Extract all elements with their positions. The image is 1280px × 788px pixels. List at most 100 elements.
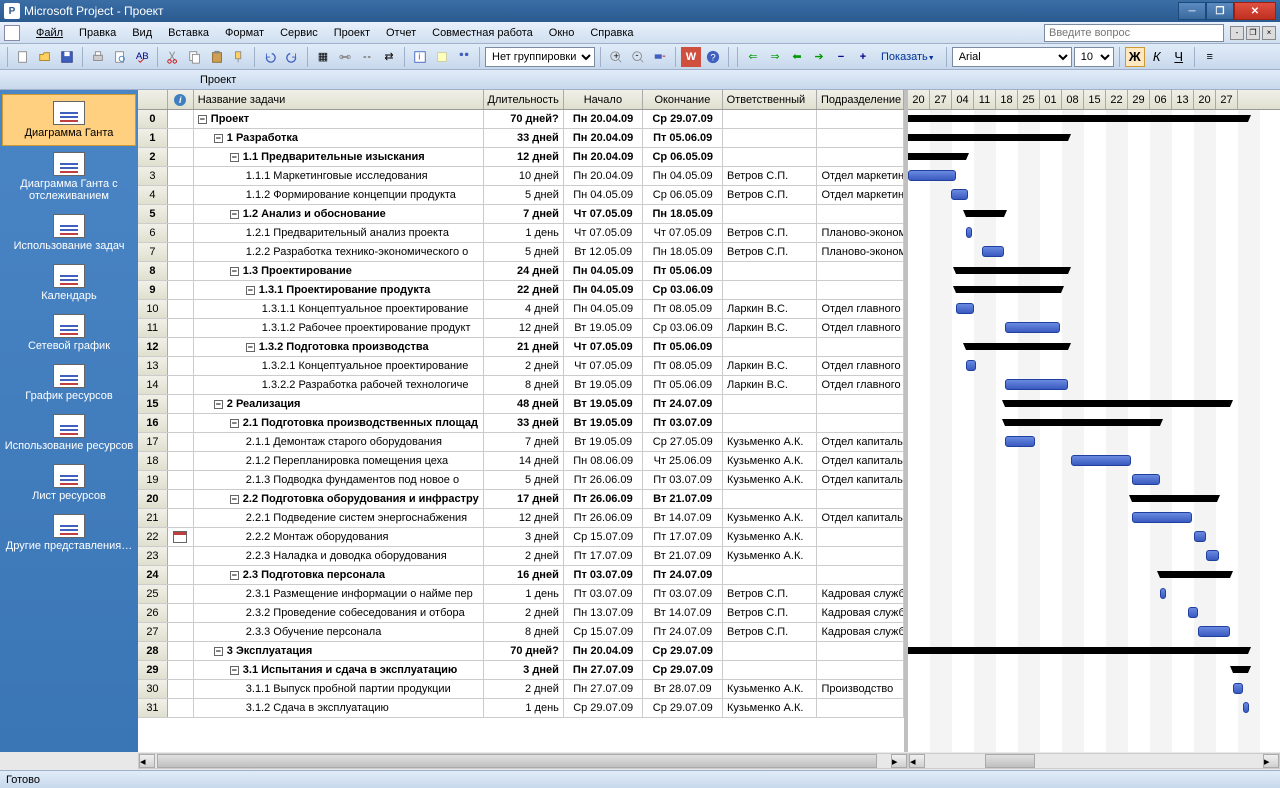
cell-duration[interactable]: 12 дней <box>484 509 564 527</box>
gantt-row[interactable] <box>908 642 1280 661</box>
gantt-row[interactable] <box>908 452 1280 471</box>
cell-duration[interactable]: 5 дней <box>484 243 564 261</box>
cell-start[interactable]: Пн 27.07.09 <box>564 680 644 698</box>
gantt-row[interactable] <box>908 566 1280 585</box>
cell-name[interactable]: 2.2.2 Монтаж оборудования <box>194 528 485 546</box>
menu-service[interactable]: Сервис <box>272 24 326 42</box>
gantt-row[interactable] <box>908 490 1280 509</box>
gantt-row[interactable] <box>908 300 1280 319</box>
cell-end[interactable]: Пн 04.05.09 <box>643 167 723 185</box>
cell-end[interactable]: Вт 21.07.09 <box>643 490 723 508</box>
cell-resp[interactable] <box>723 566 817 584</box>
row-number[interactable]: 18 <box>138 452 168 470</box>
cell-info[interactable] <box>168 547 194 565</box>
cell-duration[interactable]: 14 дней <box>484 452 564 470</box>
cell-start[interactable]: Вт 19.05.09 <box>564 319 644 337</box>
cell-end[interactable]: Пн 18.05.09 <box>643 205 723 223</box>
cell-duration[interactable]: 7 дней <box>484 205 564 223</box>
cell-duration[interactable]: 8 дней <box>484 376 564 394</box>
menu-project[interactable]: Проект <box>326 24 378 42</box>
col-responsible[interactable]: Ответственный <box>723 90 817 109</box>
cell-name[interactable]: 2.3.3 Обучение персонала <box>194 623 485 641</box>
bold-button[interactable]: Ж <box>1125 47 1145 67</box>
table-row[interactable]: 28−3 Эксплуатация70 дней?Пн 20.04.09Ср 2… <box>138 642 904 661</box>
zoom-in-button[interactable]: + <box>606 47 626 67</box>
cell-name[interactable]: −2 Реализация <box>194 395 484 413</box>
outline-toggle[interactable]: − <box>246 286 255 295</box>
gantt-task-bar[interactable] <box>956 303 974 314</box>
cell-name[interactable]: 1.3.2.1 Концептуальное проектирование <box>194 357 485 375</box>
sidebar-item-0[interactable]: Диаграмма Ганта <box>2 94 136 146</box>
unlink-button[interactable] <box>357 47 377 67</box>
gantt-summary-bar[interactable] <box>1233 666 1248 673</box>
gantt-task-bar[interactable] <box>1132 474 1160 485</box>
cell-name[interactable]: 1.1.1 Маркетинговые исследования <box>194 167 485 185</box>
cell-start[interactable]: Пн 04.05.09 <box>564 186 644 204</box>
gantt-row[interactable] <box>908 414 1280 433</box>
outline-toggle[interactable]: − <box>230 495 239 504</box>
cell-start[interactable]: Пн 13.07.09 <box>564 604 644 622</box>
new-button[interactable] <box>13 47 33 67</box>
gantt-row[interactable] <box>908 471 1280 490</box>
redo-button[interactable] <box>282 47 302 67</box>
cell-duration[interactable]: 5 дней <box>484 471 564 489</box>
row-number[interactable]: 10 <box>138 300 168 318</box>
table-row[interactable]: 131.3.2.1 Концептуальное проектирование2… <box>138 357 904 376</box>
col-duration[interactable]: Длительность <box>484 90 564 109</box>
table-row[interactable]: 141.3.2.2 Разработка рабочей технологиче… <box>138 376 904 395</box>
table-row[interactable]: 41.1.2 Формирование концепции продукта5 … <box>138 186 904 205</box>
cell-dept[interactable] <box>817 661 904 679</box>
cell-info[interactable] <box>168 395 194 413</box>
cell-end[interactable]: Вт 28.07.09 <box>643 680 723 698</box>
cell-dept[interactable]: Отдел главного <box>817 300 904 318</box>
cell-dept[interactable] <box>817 129 904 147</box>
table-row[interactable]: 9−1.3.1 Проектирование продукта22 днейПн… <box>138 281 904 300</box>
row-number[interactable]: 8 <box>138 262 168 280</box>
cell-end[interactable]: Ср 29.07.09 <box>643 699 723 717</box>
table-row[interactable]: 12−1.3.2 Подготовка производства21 днейЧ… <box>138 338 904 357</box>
gantt-task-bar[interactable] <box>951 189 968 200</box>
menu-file[interactable]: Файл <box>28 24 71 42</box>
cell-info[interactable] <box>168 148 194 166</box>
cell-name[interactable]: −2.1 Подготовка производственных площад <box>194 414 485 432</box>
menu-edit[interactable]: Правка <box>71 24 124 42</box>
table-row[interactable]: 303.1.1 Выпуск пробной партии продукции2… <box>138 680 904 699</box>
outline-toggle[interactable]: − <box>230 210 239 219</box>
cell-duration[interactable]: 1 день <box>484 699 564 717</box>
cell-start[interactable]: Пн 08.06.09 <box>564 452 644 470</box>
cell-info[interactable] <box>168 699 194 717</box>
cell-end[interactable]: Пт 03.07.09 <box>643 585 723 603</box>
cell-name[interactable]: 1.3.2.2 Разработка рабочей технологиче <box>194 376 485 394</box>
cell-resp[interactable]: Кузьменко А.К. <box>723 680 817 698</box>
gantt-row[interactable] <box>908 357 1280 376</box>
row-number[interactable]: 11 <box>138 319 168 337</box>
help-button[interactable]: ? <box>703 47 723 67</box>
row-number[interactable]: 29 <box>138 661 168 679</box>
cell-dept[interactable]: Отдел капитальн <box>817 433 904 451</box>
cell-end[interactable]: Ср 06.05.09 <box>643 148 723 166</box>
cell-dept[interactable] <box>817 110 904 128</box>
cell-duration[interactable]: 3 дней <box>484 528 564 546</box>
cell-dept[interactable]: Отдел маркетин <box>817 167 904 185</box>
table-row[interactable]: 61.2.1 Предварительный анализ проекта1 д… <box>138 224 904 243</box>
table-row[interactable]: 16−2.1 Подготовка производственных площа… <box>138 414 904 433</box>
cell-end[interactable]: Пт 24.07.09 <box>643 395 723 413</box>
table-row[interactable]: 1−1 Разработка33 днейПн 20.04.09Пт 05.06… <box>138 129 904 148</box>
cell-start[interactable]: Пт 26.06.09 <box>564 490 644 508</box>
gantt-row[interactable] <box>908 604 1280 623</box>
gantt-summary-bar[interactable] <box>908 647 1248 654</box>
cell-dept[interactable] <box>817 414 904 432</box>
scroll-thumb[interactable] <box>985 754 1035 768</box>
gantt-task-bar[interactable] <box>1132 512 1192 523</box>
gantt-summary-bar[interactable] <box>956 267 1068 274</box>
cell-resp[interactable]: Ветров С.П. <box>723 585 817 603</box>
table-row[interactable]: 24−2.3 Подготовка персонала16 днейПт 03.… <box>138 566 904 585</box>
cell-dept[interactable]: Планово-эконом <box>817 224 904 242</box>
cell-start[interactable]: Чт 07.05.09 <box>564 357 644 375</box>
cell-dept[interactable]: Отдел капитальн <box>817 452 904 470</box>
undo-button[interactable] <box>260 47 280 67</box>
print-preview-button[interactable] <box>110 47 130 67</box>
cell-duration[interactable]: 70 дней? <box>484 110 564 128</box>
menu-format[interactable]: Формат <box>217 24 272 42</box>
cell-end[interactable]: Вт 21.07.09 <box>643 547 723 565</box>
